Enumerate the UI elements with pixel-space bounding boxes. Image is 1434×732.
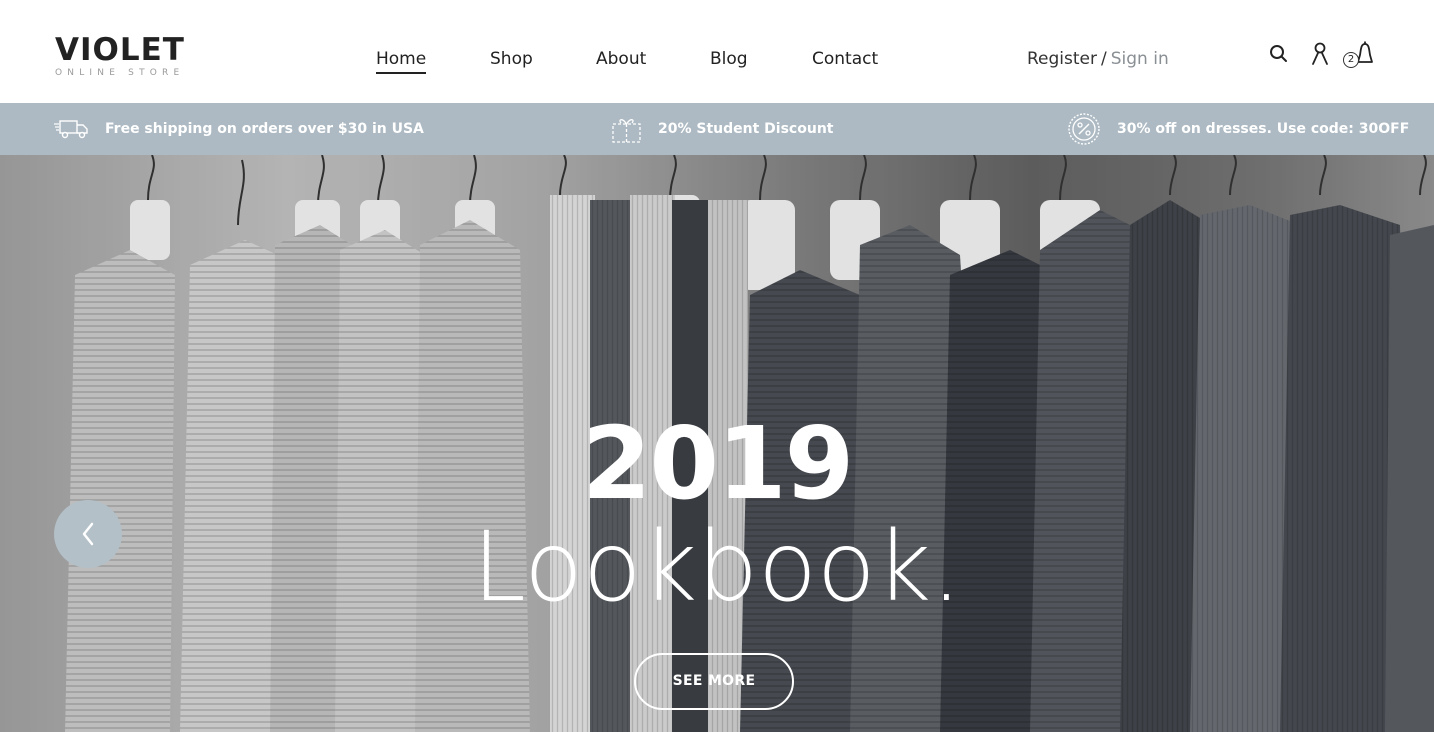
logo-title: VIOLET (55, 32, 185, 68)
auth-separator: / (1101, 49, 1107, 69)
logo-subtitle: ONLINE STORE (55, 68, 185, 78)
cart-count-badge: 2 (1343, 52, 1359, 68)
promo-shipping-text: Free shipping on orders over $30 in USA (105, 121, 424, 137)
search-icon[interactable] (1269, 44, 1289, 68)
percent-badge-icon (1068, 113, 1100, 145)
hero-title: Lookbook. (472, 511, 962, 623)
logo[interactable]: VIOLET ONLINE STORE (55, 34, 185, 78)
auth-links: Register / Sign in (1027, 48, 1169, 70)
hero-year: 2019 (581, 405, 854, 522)
see-more-button[interactable]: SEE MORE (634, 653, 794, 710)
promo-shipping: Free shipping on orders over $30 in USA (54, 103, 424, 155)
promo-student: 20% Student Discount (611, 103, 833, 155)
nav-contact[interactable]: Contact (812, 48, 878, 70)
nav-blog[interactable]: Blog (710, 48, 748, 70)
user-icon[interactable] (1310, 42, 1330, 70)
promo-student-text: 20% Student Discount (658, 121, 834, 137)
hero-slider: 2019 Lookbook. SEE MORE (0, 155, 1434, 732)
nav-about[interactable]: About (596, 48, 646, 70)
register-link[interactable]: Register (1027, 49, 1097, 69)
nav-shop[interactable]: Shop (490, 48, 533, 70)
promo-dresses: 30% off on dresses. Use code: 30OFF (1067, 103, 1409, 155)
gift-icon (612, 119, 641, 143)
signin-link[interactable]: Sign in (1111, 49, 1169, 69)
nav-home[interactable]: Home (376, 48, 427, 74)
site-header: VIOLET ONLINE STORE Home Shop About Blog… (0, 0, 1434, 103)
promo-dresses-text: 30% off on dresses. Use code: 30OFF (1117, 121, 1410, 137)
promo-bar: Free shipping on orders over $30 in USA … (0, 103, 1434, 155)
delivery-truck-icon (54, 120, 88, 139)
